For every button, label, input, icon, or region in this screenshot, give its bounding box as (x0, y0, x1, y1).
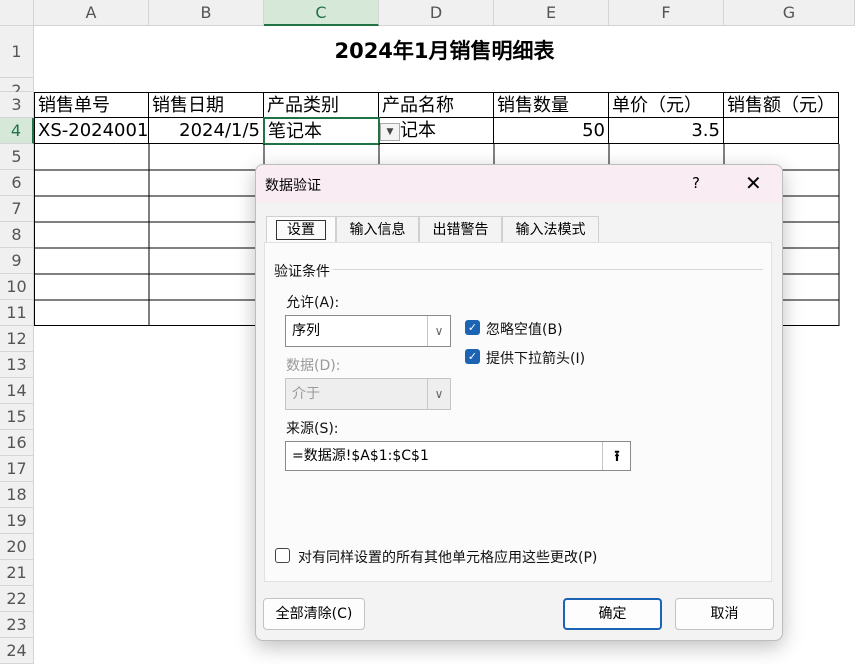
row-header-16[interactable]: 16 (0, 430, 34, 456)
validation-criteria-label: 验证条件 (274, 264, 330, 280)
allow-label: 允许(A): (286, 295, 340, 311)
column-header-b[interactable]: B (149, 0, 264, 26)
row-header-24[interactable]: 24 (0, 638, 34, 664)
data-select-value: 介于 (292, 386, 320, 402)
row-header-5[interactable]: 5 (0, 144, 34, 170)
source-label: 来源(S): (286, 421, 339, 437)
cell-a4[interactable]: XS-2024001 (34, 118, 149, 144)
row-header-14[interactable]: 14 (0, 378, 34, 404)
source-input[interactable]: =数据源!$A$1:$C$1 (285, 441, 631, 471)
column-header-d[interactable]: D (379, 0, 494, 26)
row-header-19[interactable]: 19 (0, 508, 34, 534)
ignore-blank-checkbox[interactable]: ✓ (465, 320, 480, 335)
row-header-3[interactable]: 3 (0, 92, 34, 118)
help-icon[interactable]: ? (692, 174, 700, 192)
in-cell-dropdown-label[interactable]: 提供下拉箭头(I) (486, 348, 585, 368)
in-cell-dropdown-checkbox[interactable]: ✓ (465, 349, 480, 364)
cell-c4-active[interactable]: 笔记本 (263, 117, 380, 145)
row-header-15[interactable]: 15 (0, 404, 34, 430)
chevron-down-icon: ∨ (427, 379, 450, 409)
row-header-18[interactable]: 18 (0, 482, 34, 508)
data-select[interactable]: 介于 ∨ (285, 378, 451, 410)
row-header-13[interactable]: 13 (0, 352, 34, 378)
chevron-down-icon: ∨ (427, 316, 450, 346)
row-header-21[interactable]: 21 (0, 560, 34, 586)
allow-select[interactable]: 序列 ∨ (285, 315, 451, 347)
cell-b4[interactable]: 2024/1/5 (149, 118, 264, 144)
cell-dropdown-button[interactable]: ▼ (380, 123, 400, 141)
header-cell-quantity[interactable]: 销售数量 (494, 92, 609, 118)
column-header-g[interactable]: G (724, 0, 855, 26)
tab-ime-mode[interactable]: 输入法模式 (502, 216, 599, 242)
collapse-range-icon[interactable]: ⭱ (602, 442, 631, 470)
apply-all-checkbox[interactable] (275, 548, 290, 563)
close-icon[interactable]: ✕ (745, 171, 762, 195)
row-header-22[interactable]: 22 (0, 586, 34, 612)
dialog-title: 数据验证 (265, 178, 321, 194)
row-header-17[interactable]: 17 (0, 456, 34, 482)
column-header-a[interactable]: A (34, 0, 149, 26)
row-header-12[interactable]: 12 (0, 326, 34, 352)
row-header-8[interactable]: 8 (0, 222, 34, 248)
cancel-button[interactable]: 取消 (675, 598, 774, 630)
header-cell-category[interactable]: 产品类别 (264, 92, 379, 118)
sheet-title[interactable]: 2024年1月销售明细表 (34, 27, 855, 79)
allow-select-value: 序列 (292, 323, 320, 339)
header-cell-order-id[interactable]: 销售单号 (34, 92, 149, 118)
column-header-e[interactable]: E (494, 0, 609, 26)
cell-e4[interactable]: 50 (494, 118, 609, 144)
row-header-7[interactable]: 7 (0, 196, 34, 222)
column-header-f[interactable]: F (609, 0, 724, 26)
tab-settings[interactable]: 设置 (266, 216, 336, 242)
row-header-6[interactable]: 6 (0, 170, 34, 196)
select-all-corner[interactable] (0, 0, 34, 26)
tab-input-message[interactable]: 输入信息 (336, 216, 419, 242)
clear-all-button[interactable]: 全部清除(C) (263, 598, 365, 630)
header-cell-product[interactable]: 产品名称 (379, 92, 494, 118)
header-cell-amount[interactable]: 销售额（元） (724, 92, 839, 118)
row-header-20[interactable]: 20 (0, 534, 34, 560)
tab-error-alert[interactable]: 出错警告 (419, 216, 502, 242)
row-header-1[interactable]: 1 (0, 26, 34, 78)
apply-all-label[interactable]: 对有同样设置的所有其他单元格应用这些更改(P) (298, 547, 597, 567)
data-validation-dialog: 数据验证 ? ✕ 设置 输入信息 出错警告 输入法模式 验证条件 允许(A): … (255, 164, 783, 641)
group-divider (333, 269, 763, 270)
header-cell-date[interactable]: 销售日期 (149, 92, 264, 118)
header-cell-price[interactable]: 单价（元） (609, 92, 724, 118)
dialog-title-bar[interactable]: 数据验证 ? ✕ (256, 165, 782, 203)
row-header-11[interactable]: 11 (0, 300, 34, 326)
row-header-9[interactable]: 9 (0, 248, 34, 274)
row-header-10[interactable]: 10 (0, 274, 34, 300)
ignore-blank-label[interactable]: 忽略空值(B) (486, 319, 563, 339)
row-header-2[interactable]: 2 (0, 78, 34, 100)
row-header-4[interactable]: 4 (0, 118, 34, 144)
data-label: 数据(D): (286, 358, 341, 374)
row-header-23[interactable]: 23 (0, 612, 34, 638)
cell-f4[interactable]: 3.5 (609, 118, 724, 144)
ok-button[interactable]: 确定 (563, 598, 662, 630)
cell-g4[interactable] (724, 118, 839, 144)
settings-panel (264, 242, 772, 582)
column-header-c[interactable]: C (264, 0, 379, 26)
